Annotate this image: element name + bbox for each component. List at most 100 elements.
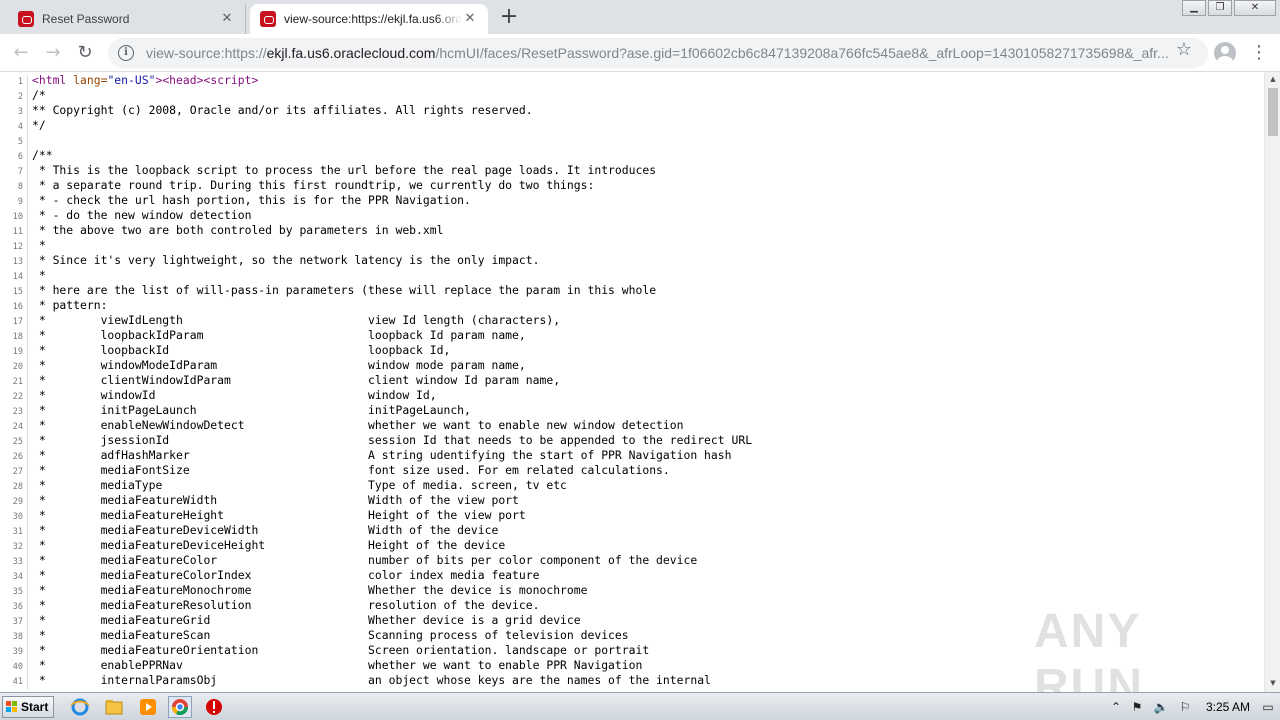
- scrollbar-thumb[interactable]: [1268, 88, 1278, 136]
- restore-button[interactable]: ❐: [1208, 0, 1232, 16]
- source-line-text: * loopbackIdParam loopback Id param name…: [32, 328, 526, 342]
- vertical-scrollbar[interactable]: ▲ ▼: [1264, 72, 1280, 692]
- oracle-favicon-icon: [260, 11, 276, 27]
- source-line: 29 * mediaFeatureWidth Width of the view…: [0, 493, 1264, 510]
- source-line: 3 ** Copyright (c) 2008, Oracle and/or it…: [0, 103, 1264, 120]
- source-line: 8 * a separate round trip. During this f…: [0, 178, 1264, 195]
- source-line: 32 * mediaFeatureDeviceHeight Height of …: [0, 538, 1264, 555]
- forward-arrow-icon[interactable]: →: [42, 42, 64, 64]
- source-line: 12 *: [0, 238, 1264, 255]
- source-line: 31 * mediaFeatureDeviceWidth Width of th…: [0, 523, 1264, 540]
- url-host: ekjl.fa.us6.oraclecloud.com: [266, 45, 436, 61]
- source-line-text: * enableNewWindowDetect whether we want …: [32, 418, 684, 432]
- tab-close-icon[interactable]: ✕: [462, 11, 478, 27]
- url-path: /hcmUI/faces/ResetPassword?ase.gid=1f066…: [435, 45, 1169, 61]
- source-line: 15 * here are the list of will-pass-in p…: [0, 283, 1264, 300]
- tab-view-source[interactable]: view-source:https://ekjl.fa.us6.oracle ✕: [250, 4, 488, 34]
- start-label: Start: [21, 700, 49, 714]
- tab-close-icon[interactable]: ✕: [219, 11, 235, 27]
- action-center-icon[interactable]: ⚑: [1128, 697, 1146, 717]
- source-line-text: * mediaFeatureColor number of bits per c…: [32, 553, 698, 567]
- source-line-text: * mediaFeatureDeviceHeight Height of the…: [32, 538, 506, 552]
- minimize-button[interactable]: ▁: [1182, 0, 1206, 16]
- show-desktop-icon[interactable]: ▭: [1260, 697, 1276, 717]
- volume-icon[interactable]: 🔈: [1152, 697, 1170, 717]
- start-button[interactable]: Start: [2, 696, 54, 718]
- source-line: 33 * mediaFeatureColor number of bits pe…: [0, 553, 1264, 570]
- info-icon[interactable]: i: [118, 45, 134, 61]
- source-line: 4 */: [0, 118, 1264, 135]
- scroll-up-icon[interactable]: ▲: [1268, 74, 1278, 84]
- tab-reset-password[interactable]: Reset Password ✕: [8, 4, 246, 34]
- source-line-text: * mediaFontSize font size used. For em r…: [32, 463, 670, 477]
- source-line-text: * clientWindowIdParam client window Id p…: [32, 373, 561, 387]
- source-line-text: * - do the new window detection: [32, 208, 252, 222]
- browser-toolbar: ← → ↻ i view-source:https://ekjl.fa.us6.…: [0, 34, 1280, 72]
- source-line-text: * loopbackId loopback Id,: [32, 343, 451, 357]
- chrome-icon[interactable]: [168, 696, 192, 718]
- source-line-text: * Since it's very lightweight, so the ne…: [32, 253, 540, 267]
- source-line-text: */: [32, 118, 46, 132]
- internet-explorer-icon[interactable]: [68, 696, 92, 718]
- tab-title: Reset Password: [42, 12, 130, 26]
- kebab-menu-icon[interactable]: ⋮: [1250, 42, 1268, 64]
- source-line: 19 * loopbackId loopback Id,: [0, 343, 1264, 360]
- line-number: 41: [0, 675, 28, 690]
- source-line: 2/*: [0, 88, 1264, 105]
- source-line: 5: [0, 133, 1264, 150]
- tab-title: view-source:https://ekjl.fa.us6.oracle: [284, 12, 462, 26]
- address-bar[interactable]: i view-source:https://ekjl.fa.us6.oracle…: [108, 38, 1208, 68]
- source-line: 17 * viewIdLength view Id length (charac…: [0, 313, 1264, 330]
- anyrun-watermark: ANY RUN: [1034, 605, 1144, 713]
- source-line: 27 * mediaFontSize font size used. For e…: [0, 463, 1264, 480]
- source-line-text: * enablePPRNav whether we want to enable…: [32, 658, 643, 672]
- source-line-text: * here are the list of will-pass-in para…: [32, 283, 657, 297]
- source-line: 35 * mediaFeatureMonochrome Whether the …: [0, 583, 1264, 600]
- source-line-text: * internalParamsObj an object whose keys…: [32, 673, 711, 687]
- source-line-text: * a separate round trip. During this fir…: [32, 178, 595, 192]
- oracle-favicon-icon: [18, 11, 34, 27]
- source-line-text: *: [32, 268, 46, 282]
- source-line: 11 * the above two are both controled by…: [0, 223, 1264, 240]
- file-explorer-icon[interactable]: [102, 696, 126, 718]
- windows-flag-icon: [6, 701, 18, 713]
- browser-window: Reset Password ✕ view-source:https://ekj…: [0, 0, 1280, 720]
- new-tab-button[interactable]: +: [496, 6, 522, 30]
- source-line: 25 * jsessionId session Id that needs to…: [0, 433, 1264, 450]
- back-arrow-icon[interactable]: ←: [10, 42, 32, 64]
- tray-expand-icon[interactable]: ⌃: [1110, 697, 1122, 717]
- source-line-text: * - check the url hash portion, this is …: [32, 193, 471, 207]
- source-line: 1 <html lang="en-US"><head><script>: [0, 73, 1264, 90]
- source-line: 23 * initPageLaunch initPageLaunch,: [0, 403, 1264, 420]
- source-line: 14 *: [0, 268, 1264, 285]
- source-line: 7 * This is the loopback script to proce…: [0, 163, 1264, 180]
- bookmark-star-icon[interactable]: ☆: [1174, 40, 1194, 60]
- source-line-text: * mediaFeatureMonochrome Whether the dev…: [32, 583, 588, 597]
- taskbar-clock[interactable]: 3:25 AM: [1200, 697, 1256, 717]
- security-shield-icon[interactable]: [202, 696, 226, 718]
- source-line-text: * adfHashMarker A string udentifying the…: [32, 448, 732, 462]
- source-line-text: * mediaFeatureGrid Whether device is a g…: [32, 613, 581, 627]
- source-line: 16 * pattern:: [0, 298, 1264, 315]
- source-line: 20 * windowModeIdParam window mode param…: [0, 358, 1264, 375]
- source-line-text: * mediaFeatureHeight Height of the view …: [32, 508, 526, 522]
- reload-icon[interactable]: ↻: [74, 42, 96, 64]
- source-line-text: * mediaFeatureScan Scanning process of t…: [32, 628, 629, 642]
- source-view: 1 <html lang="en-US"><head><script> 2/* 3 **…: [0, 72, 1264, 692]
- source-line-text: ** Copyright (c) 2008, Oracle and/or its…: [32, 103, 533, 117]
- scroll-down-icon[interactable]: ▼: [1268, 678, 1278, 688]
- profile-avatar-icon[interactable]: [1214, 42, 1236, 64]
- source-line-text: /**: [32, 148, 53, 162]
- source-line: 24 * enableNewWindowDetect whether we wa…: [0, 418, 1264, 435]
- source-line: 26 * adfHashMarker A string udentifying …: [0, 448, 1264, 465]
- media-player-icon[interactable]: [136, 696, 160, 718]
- source-line-text: * initPageLaunch initPageLaunch,: [32, 403, 471, 417]
- source-line-text: * pattern:: [32, 298, 108, 312]
- source-line: 9 * - check the url hash portion, this i…: [0, 193, 1264, 210]
- url-text[interactable]: view-source:https://ekjl.fa.us6.oraclecl…: [146, 45, 1208, 61]
- source-line: 30 * mediaFeatureHeight Height of the vi…: [0, 508, 1264, 525]
- close-window-button[interactable]: ✕: [1234, 0, 1276, 16]
- source-line: 6/**: [0, 148, 1264, 165]
- source-line-text: * mediaFeatureResolution resolution of t…: [32, 598, 540, 612]
- network-icon[interactable]: ⚐: [1176, 697, 1194, 717]
